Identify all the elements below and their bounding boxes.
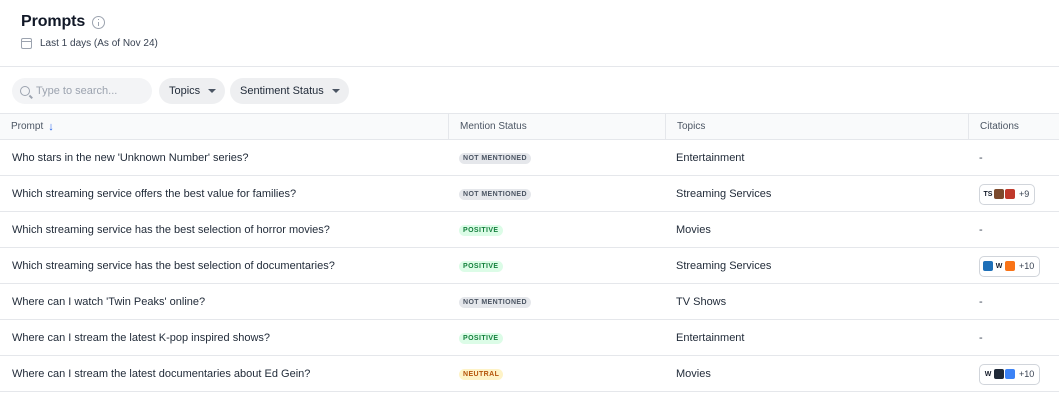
prompt-text: Where can I stream the latest documentar… xyxy=(12,368,311,380)
mention-status-badge: NOT MENTIONED xyxy=(459,188,531,200)
citations-more-count: +10 xyxy=(1019,261,1035,271)
mention-status-badge: POSITIVE xyxy=(459,332,503,344)
date-range-label: Last 1 days (As of Nov 24) xyxy=(40,38,158,49)
topics-filter-button[interactable]: Topics xyxy=(159,78,226,104)
citations-cell: - xyxy=(979,284,1059,320)
prompt-text: Who stars in the new 'Unknown Number' se… xyxy=(12,152,249,164)
mention-status-badge: NEUTRAL xyxy=(459,368,504,380)
wikipedia-icon: W xyxy=(983,369,993,379)
topic-text: Streaming Services xyxy=(676,188,772,200)
citations-cell: W +10 xyxy=(979,248,1059,284)
chevron-down-icon xyxy=(331,89,340,93)
calendar-icon xyxy=(21,38,32,49)
topic-text: Movies xyxy=(676,224,711,236)
search-icon xyxy=(20,86,30,96)
mention-status-badge: POSITIVE xyxy=(459,260,503,272)
wikipedia-icon: W xyxy=(994,261,1004,271)
chevron-down-icon xyxy=(208,89,217,93)
title-row: Prompts xyxy=(21,13,106,31)
grid-icon xyxy=(1005,189,1015,199)
prompt-text: Where can I watch 'Twin Peaks' online? xyxy=(12,296,206,308)
dark-square-icon xyxy=(994,369,1004,379)
avatar-icon xyxy=(994,189,1004,199)
table-row[interactable]: Where can I stream the latest K-pop insp… xyxy=(0,320,1059,356)
mention-status-cell: NOT MENTIONED xyxy=(459,140,659,176)
page-header: Prompts Last 1 days (As of Nov 24) xyxy=(0,0,1059,67)
prompt-text: Which streaming service has the best sel… xyxy=(12,260,335,272)
citations-more-count: +10 xyxy=(1019,369,1035,379)
topic-text: Streaming Services xyxy=(676,260,772,272)
citations-empty: - xyxy=(979,332,983,344)
citations-cell: TS +9 xyxy=(979,176,1059,212)
citations-chip[interactable]: TS +9 xyxy=(979,183,1036,205)
citations-cell: - xyxy=(979,140,1059,176)
flame-icon xyxy=(1005,261,1015,271)
column-header-mention-status[interactable]: Mention Status xyxy=(448,114,665,139)
column-header-label: Mention Status xyxy=(460,121,527,132)
mention-status-badge: NOT MENTIONED xyxy=(459,152,531,164)
sort-arrow-down-icon[interactable]: ↓ xyxy=(48,121,54,133)
table-row[interactable]: Where can I watch 'Twin Peaks' online? NO… xyxy=(0,284,1059,320)
table-row[interactable]: Which streaming service has the best sel… xyxy=(0,248,1059,284)
column-header-label: Topics xyxy=(677,121,706,132)
ts-icon: TS xyxy=(983,189,993,199)
citations-more-count: +9 xyxy=(1019,189,1030,199)
citations-chip[interactable]: W +10 xyxy=(979,363,1041,385)
filter-toolbar: Topics Sentiment Status xyxy=(0,68,1059,114)
info-icon[interactable] xyxy=(92,15,106,29)
prompt-text: Which streaming service offers the best … xyxy=(12,188,297,200)
citations-empty: - xyxy=(979,152,983,164)
citations-chip[interactable]: W +10 xyxy=(979,255,1041,277)
prompt-text: Which streaming service has the best sel… xyxy=(12,224,330,236)
mention-status-cell: NOT MENTIONED xyxy=(459,176,659,212)
blue-square-icon xyxy=(1005,369,1015,379)
search-box[interactable] xyxy=(12,78,152,104)
citations-empty: - xyxy=(979,224,983,236)
mention-status-badge: POSITIVE xyxy=(459,224,503,236)
table-row[interactable]: Which streaming service offers the best … xyxy=(0,176,1059,212)
column-header-prompt[interactable]: Prompt ↓ xyxy=(0,114,448,139)
mention-status-cell: NOT MENTIONED xyxy=(459,284,659,320)
topic-text: TV Shows xyxy=(676,296,727,308)
table-row[interactable]: Who stars in the new 'Unknown Number' se… xyxy=(0,140,1059,176)
table-header: Prompt ↓ Mention Status Topics Citations xyxy=(0,113,1059,140)
prompt-text: Where can I stream the latest K-pop insp… xyxy=(12,332,271,344)
topics-filter-label: Topics xyxy=(169,85,201,97)
citations-cell: W +10 xyxy=(979,356,1059,392)
sentiment-status-filter-label: Sentiment Status xyxy=(240,85,324,97)
mention-status-cell: NEUTRAL xyxy=(459,356,659,392)
column-header-topics[interactable]: Topics xyxy=(665,114,968,139)
column-header-label: Citations xyxy=(980,121,1019,132)
mention-status-cell: POSITIVE xyxy=(459,212,659,248)
table-row[interactable]: Where can I stream the latest documentar… xyxy=(0,356,1059,392)
date-range: Last 1 days (As of Nov 24) xyxy=(21,38,158,49)
mention-status-cell: POSITIVE xyxy=(459,248,659,284)
mention-status-cell: POSITIVE xyxy=(459,320,659,356)
citations-cell: - xyxy=(979,212,1059,248)
page-title: Prompts xyxy=(21,13,86,30)
topic-text: Entertainment xyxy=(676,332,745,344)
column-header-label: Prompt xyxy=(11,121,44,132)
mention-status-badge: NOT MENTIONED xyxy=(459,296,531,308)
topic-text: Entertainment xyxy=(676,152,745,164)
sentiment-status-filter-button[interactable]: Sentiment Status xyxy=(230,78,349,104)
citations-cell: - xyxy=(979,320,1059,356)
globe-icon xyxy=(983,261,993,271)
search-input[interactable] xyxy=(36,85,146,97)
topic-text: Movies xyxy=(676,368,711,380)
citations-empty: - xyxy=(979,296,983,308)
column-header-citations[interactable]: Citations xyxy=(968,114,1059,139)
table-row[interactable]: Which streaming service has the best sel… xyxy=(0,212,1059,248)
